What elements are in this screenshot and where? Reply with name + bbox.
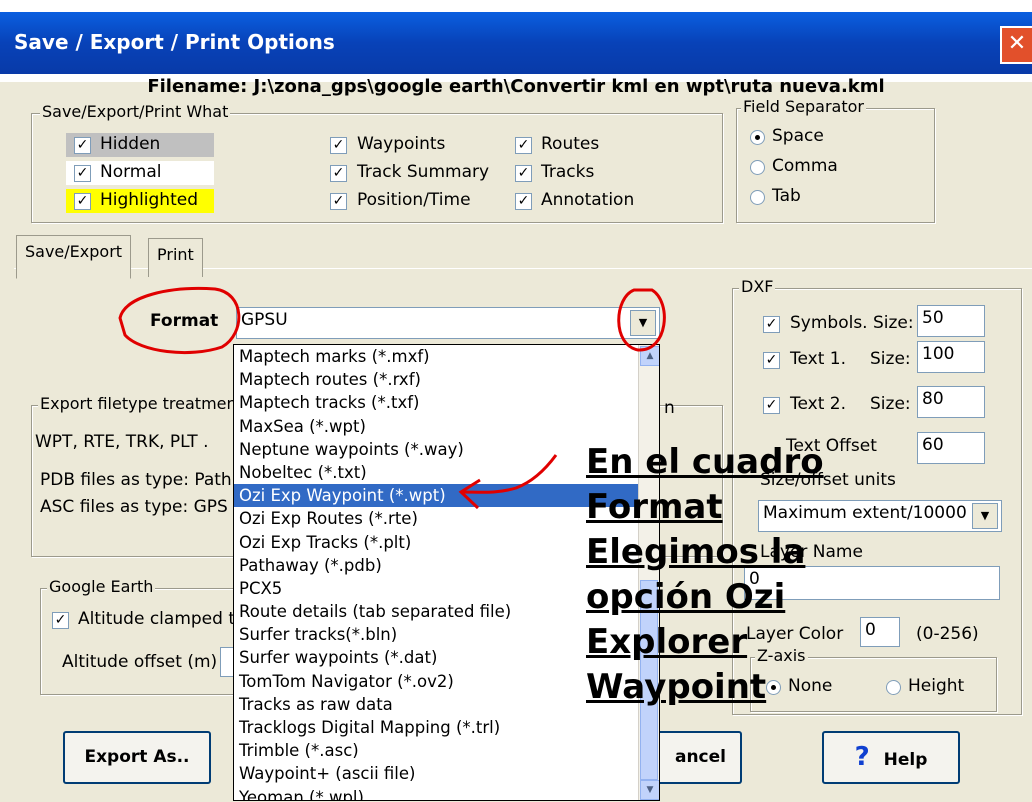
- layer-color-range: (0-256): [916, 624, 979, 644]
- altitude-clamped-checkbox[interactable]: ✓: [52, 612, 69, 629]
- space-radio[interactable]: [750, 130, 765, 145]
- google-earth-legend: Google Earth: [47, 577, 156, 596]
- export-trailing-n: n: [664, 398, 675, 418]
- text1-size-input[interactable]: 100: [917, 341, 985, 373]
- highlighted-checkbox[interactable]: ✓: [74, 193, 91, 210]
- help-icon: ?: [854, 742, 870, 772]
- window-title: Save / Export / Print Options: [14, 30, 335, 54]
- scroll-up-icon[interactable]: ▲: [640, 346, 659, 366]
- hidden-label: Hidden: [100, 134, 161, 154]
- text2-label: Text 2.: [790, 394, 847, 414]
- text1-size-label: Size:: [870, 349, 911, 369]
- format-option[interactable]: Maptech marks (*.mxf): [234, 345, 659, 368]
- what-group-legend: Save/Export/Print What: [40, 102, 231, 121]
- routes-label: Routes: [541, 134, 600, 154]
- overlay-instruction: En el cuadro Format Elegimos la opción O…: [586, 440, 846, 710]
- position-time-label: Position/Time: [357, 190, 471, 210]
- text1-checkbox[interactable]: ✓: [763, 352, 780, 369]
- annotation-label: Annotation: [541, 190, 635, 210]
- routes-checkbox[interactable]: ✓: [515, 137, 532, 154]
- altitude-clamped-label: Altitude clamped to: [78, 609, 246, 629]
- export-line-3: ASC files as type: GPS: [40, 497, 228, 517]
- format-option[interactable]: Trimble (*.asc): [234, 739, 659, 762]
- tab-print[interactable]: Print: [148, 238, 203, 277]
- separator-legend: Field Separator: [741, 97, 866, 116]
- export-as-button[interactable]: Export As..: [63, 731, 211, 784]
- space-label: Space: [772, 126, 824, 146]
- filename-label: Filename: J:\zona_gps\google earth\Conve…: [147, 76, 885, 97]
- highlighted-label: Highlighted: [100, 190, 198, 210]
- symbols-checkbox[interactable]: ✓: [763, 316, 780, 333]
- dxf-legend: DXF: [739, 277, 776, 296]
- format-select[interactable]: GPSU: [236, 307, 660, 339]
- close-button[interactable]: ✕: [1000, 26, 1032, 64]
- waypoints-label: Waypoints: [357, 134, 446, 154]
- track-summary-checkbox[interactable]: ✓: [330, 165, 347, 182]
- overlay-line: Explorer: [586, 622, 748, 662]
- format-dropdown-button[interactable]: ▼: [630, 310, 656, 336]
- text2-size-input[interactable]: 80: [917, 386, 985, 418]
- format-option[interactable]: Maptech tracks (*.txf): [234, 391, 659, 414]
- comma-label: Comma: [772, 156, 838, 176]
- tracks-label: Tracks: [541, 162, 595, 182]
- zaxis-height-radio[interactable]: [886, 680, 901, 695]
- export-line-2: PDB files as type: Path: [40, 470, 232, 490]
- text1-label: Text 1.: [790, 349, 847, 369]
- format-option[interactable]: Waypoint+ (ascii file): [234, 762, 659, 785]
- tab-radio[interactable]: [750, 190, 765, 205]
- normal-label: Normal: [100, 162, 162, 182]
- hidden-checkbox[interactable]: ✓: [74, 137, 91, 154]
- units-dropdown-button[interactable]: ▼: [972, 503, 998, 529]
- overlay-line: Format: [586, 487, 723, 527]
- normal-checkbox[interactable]: ✓: [74, 165, 91, 182]
- tab-save-export[interactable]: Save/Export: [16, 235, 132, 279]
- overlay-line: En el cuadro: [586, 442, 824, 482]
- export-legend: Export filetype treatmen: [38, 394, 239, 413]
- overlay-line: opción Ozi: [586, 577, 786, 617]
- format-option[interactable]: Maptech routes (*.rxf): [234, 368, 659, 391]
- tracks-checkbox[interactable]: ✓: [515, 165, 532, 182]
- help-button-label: Help: [883, 750, 928, 770]
- google-earth-group: Google Earth: [40, 578, 242, 695]
- text-offset-input[interactable]: 60: [917, 432, 985, 464]
- text2-size-label: Size:: [870, 394, 911, 414]
- track-summary-label: Track Summary: [357, 162, 490, 182]
- format-label: Format: [150, 311, 219, 331]
- symbols-label: Symbols. Size:: [790, 313, 914, 333]
- format-option[interactable]: Yeoman (*.wpl): [234, 786, 659, 800]
- export-line-1: WPT, RTE, TRK, PLT .: [35, 432, 209, 452]
- title-bar: Save / Export / Print Options ✕: [0, 0, 1032, 82]
- text2-checkbox[interactable]: ✓: [763, 397, 780, 414]
- comma-radio[interactable]: [750, 160, 765, 175]
- overlay-line: Waypoint: [586, 667, 767, 707]
- waypoints-checkbox[interactable]: ✓: [330, 137, 347, 154]
- layer-color-input[interactable]: 0: [860, 617, 900, 647]
- overlay-line: Elegimos la: [586, 532, 806, 572]
- annotation-checkbox[interactable]: ✓: [515, 193, 532, 210]
- format-option[interactable]: MaxSea (*.wpt): [234, 415, 659, 438]
- altitude-offset-label: Altitude offset (m): [62, 652, 218, 672]
- scroll-down-icon[interactable]: ▼: [640, 780, 659, 800]
- format-option[interactable]: Tracklogs Digital Mapping (*.trl): [234, 716, 659, 739]
- position-time-checkbox[interactable]: ✓: [330, 193, 347, 210]
- symbols-size-input[interactable]: 50: [917, 305, 985, 337]
- help-button[interactable]: ? Help: [822, 731, 960, 784]
- tab-label: Tab: [772, 186, 801, 206]
- zaxis-height-label: Height: [908, 676, 965, 696]
